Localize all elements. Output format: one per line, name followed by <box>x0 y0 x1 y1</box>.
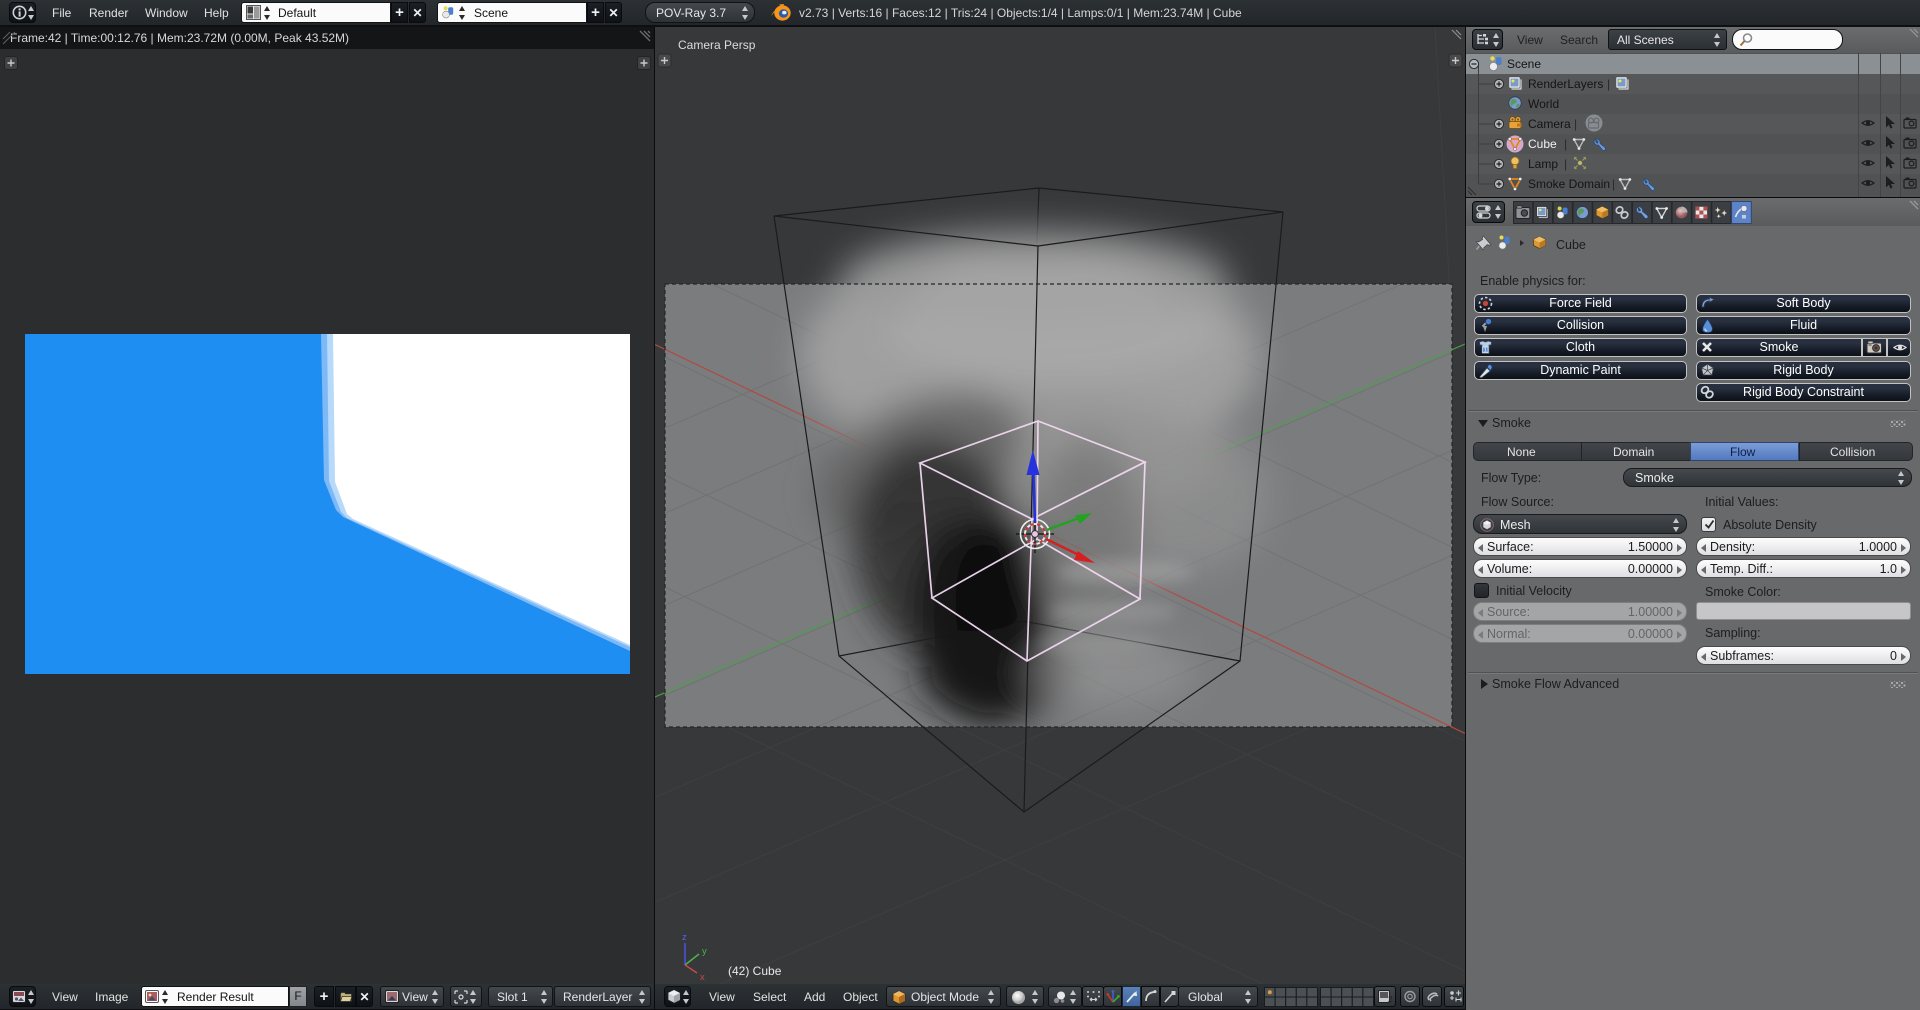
svg-text:Camera: Camera <box>1528 117 1571 131</box>
svg-text:1: 1 <box>1484 348 1487 354</box>
svg-text:(42) Cube: (42) Cube <box>728 964 782 978</box>
svg-text:World: World <box>1528 97 1559 111</box>
svg-text:|: | <box>1574 117 1577 131</box>
svg-text:RenderLayers: RenderLayers <box>1528 77 1603 91</box>
svg-text:Lamp: Lamp <box>1528 157 1558 171</box>
svg-text:Smoke Domain: Smoke Domain <box>1528 177 1610 191</box>
svg-text:|: | <box>1564 137 1567 151</box>
svg-text:2: 2 <box>1388 995 1393 1003</box>
svg-text:|: | <box>1612 177 1615 191</box>
svg-text:|: | <box>1607 77 1610 91</box>
svg-text:Scene: Scene <box>1507 57 1541 71</box>
svg-text:|: | <box>1564 157 1567 171</box>
svg-text:x: x <box>700 972 705 983</box>
svg-text:Cube: Cube <box>1528 137 1557 151</box>
svg-text:y: y <box>702 946 707 957</box>
svg-text:Camera Persp: Camera Persp <box>678 38 756 52</box>
svg-text:z: z <box>682 932 687 943</box>
